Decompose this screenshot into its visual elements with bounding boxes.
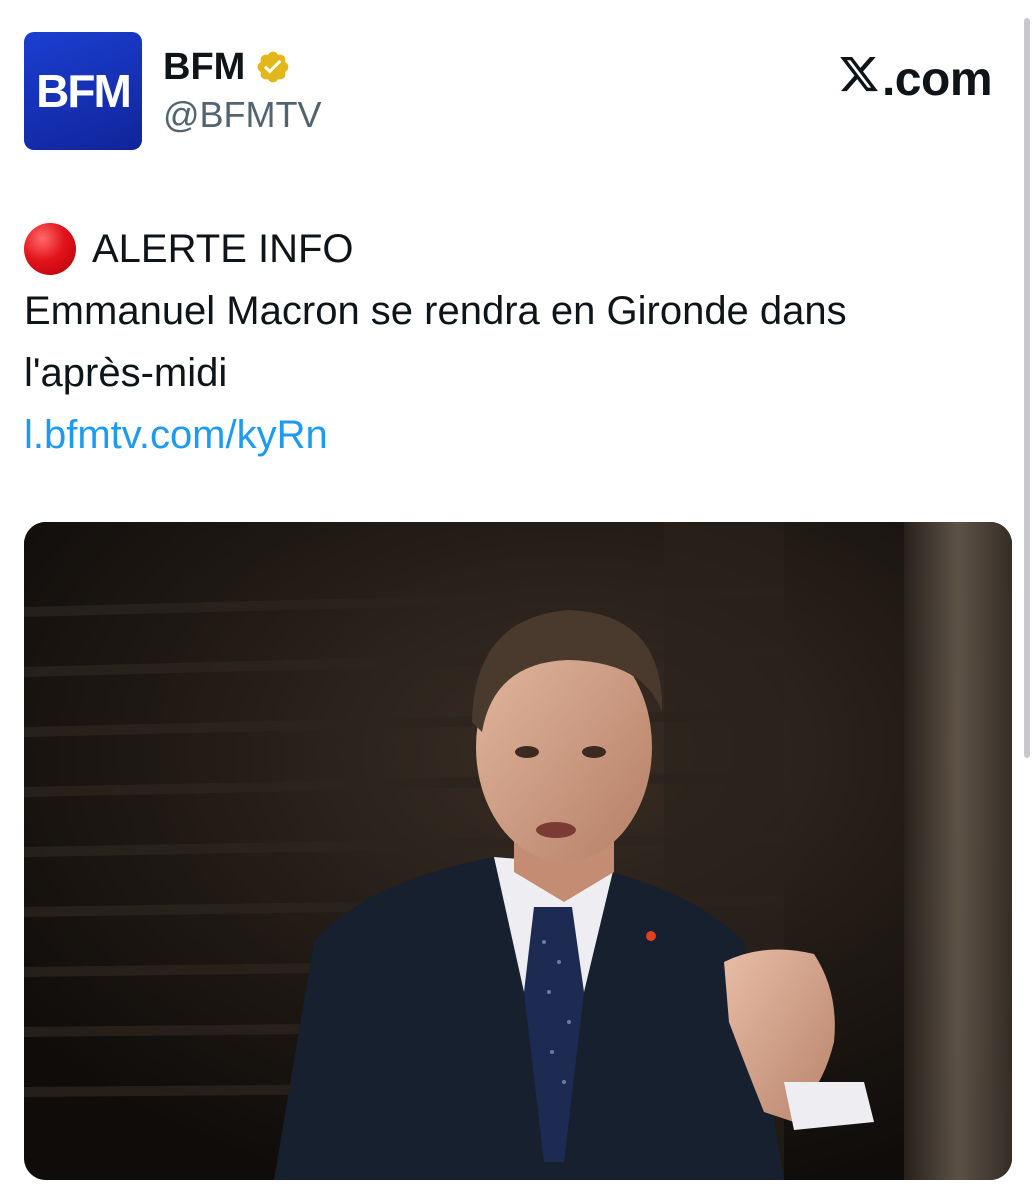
- tweet-body-line-1: Emmanuel Macron se rendra en Gironde dan…: [24, 289, 847, 333]
- verified-badge-icon: [255, 49, 291, 85]
- site-logo-text: .com: [881, 53, 993, 106]
- display-name[interactable]: BFM: [163, 46, 245, 89]
- avatar[interactable]: BFM: [24, 32, 142, 150]
- user-info: BFM @BFMTV: [163, 44, 322, 136]
- tweet-link[interactable]: l.bfmtv.com/kyRn: [24, 413, 328, 457]
- tweet-text: ALERTE INFO Emmanuel Macron se rendra en…: [24, 218, 1004, 466]
- alert-label: ALERTE INFO: [92, 227, 354, 271]
- x-com-logo: .com: [838, 52, 993, 107]
- red-circle-icon: [24, 223, 76, 275]
- scrollbar[interactable]: [1024, 18, 1030, 758]
- x-logo-icon: [838, 52, 882, 107]
- display-name-row: BFM: [163, 44, 322, 90]
- user-handle[interactable]: @BFMTV: [163, 94, 322, 136]
- photo-of-speaker: [24, 522, 1012, 1180]
- alert-line: ALERTE INFO: [24, 218, 1004, 280]
- tweet-media-image[interactable]: [24, 522, 1012, 1180]
- tweet-body-line-2: l'après-midi: [24, 351, 228, 395]
- avatar-logo-text: BFM: [36, 65, 132, 117]
